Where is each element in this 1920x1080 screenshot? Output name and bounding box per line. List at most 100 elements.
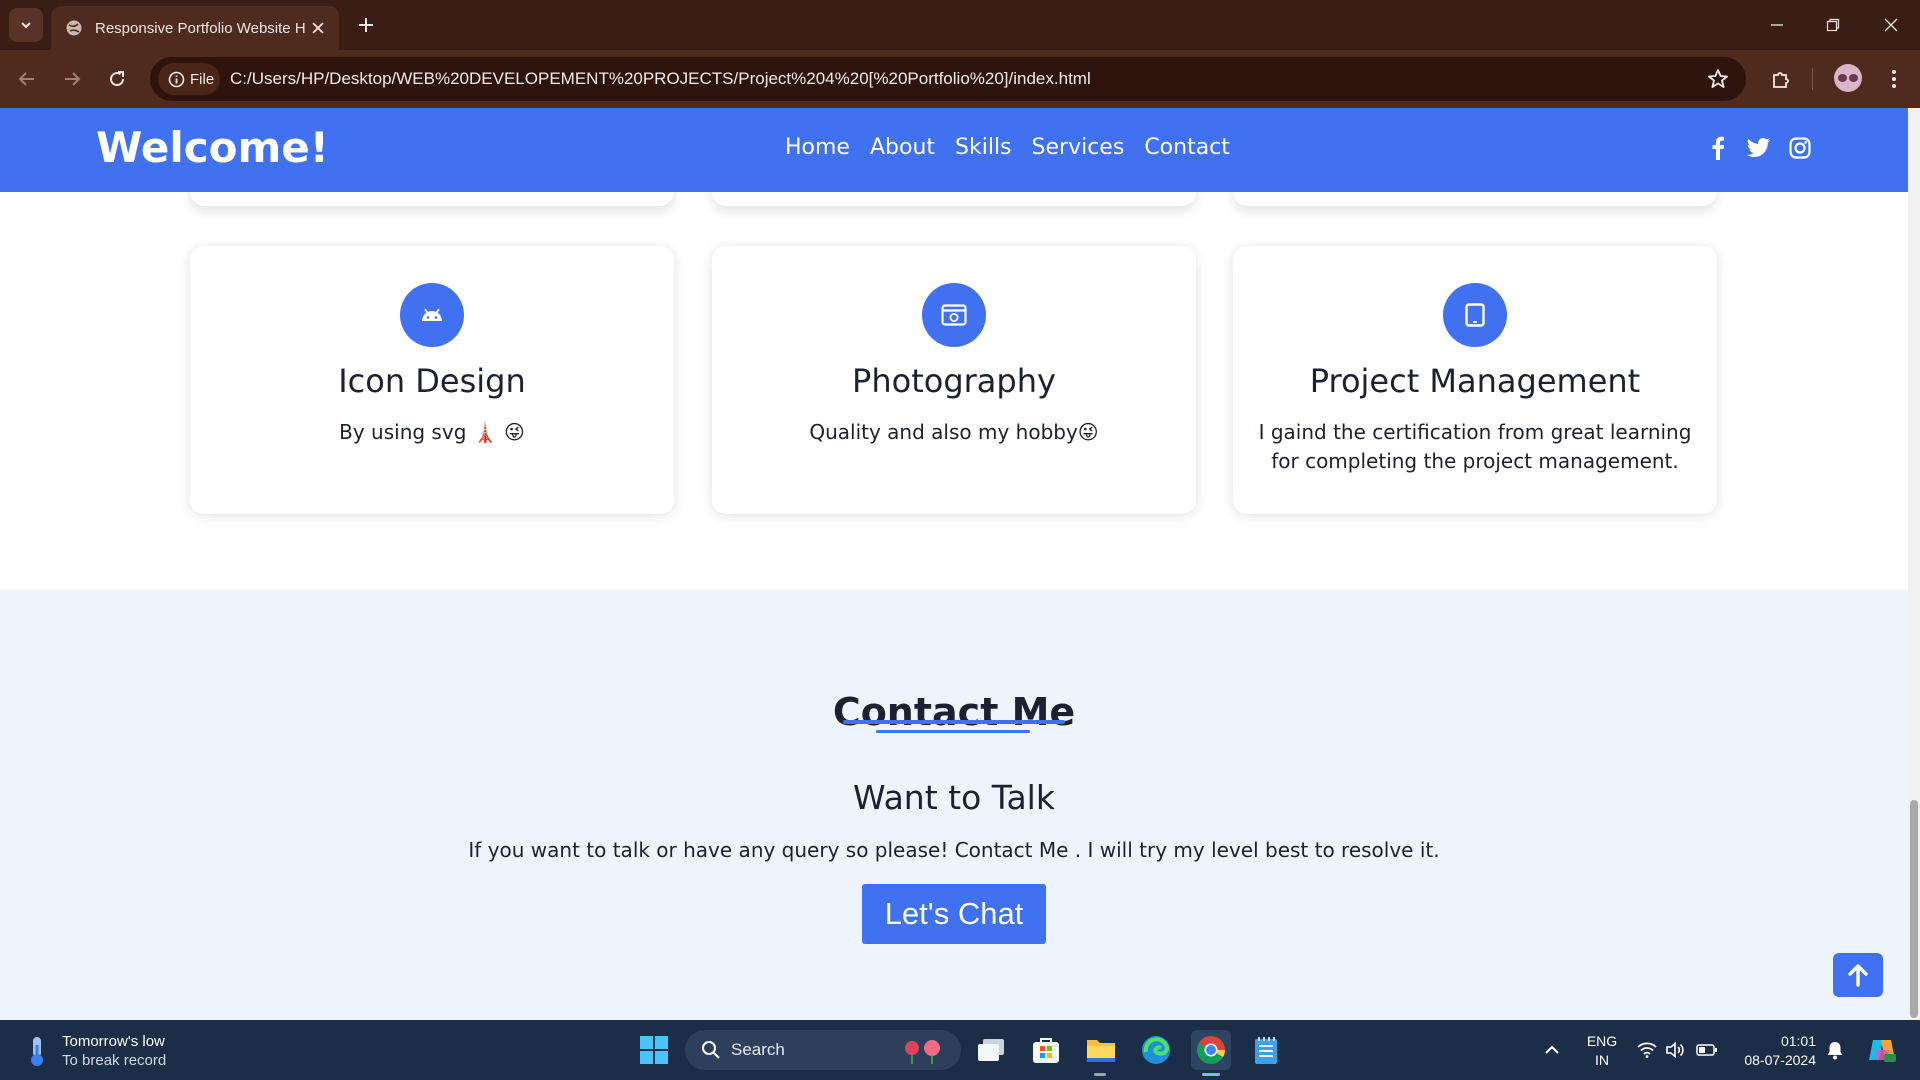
service-icon-badge <box>400 283 464 347</box>
instagram-icon[interactable] <box>1788 136 1812 160</box>
service-description: Quality and also my hobby😜 <box>809 420 1099 444</box>
page-viewport: Welcome! Home About Skills Services Cont… <box>0 108 1920 1020</box>
address-bar[interactable]: File C:/Users/HP/Desktop/WEB%20DEVELOPEM… <box>150 57 1746 101</box>
service-icon-badge <box>1443 283 1507 347</box>
tab-title: Responsive Portfolio Website H <box>95 19 305 37</box>
battery-status[interactable] <box>1694 1030 1720 1070</box>
twitter-icon[interactable] <box>1747 136 1771 160</box>
copilot-button[interactable] <box>1864 1030 1900 1070</box>
taskbar-app-notepad[interactable] <box>1246 1030 1286 1070</box>
tab-close-icon[interactable] <box>309 19 327 37</box>
contact-section: Contact Me Want to Talk If you want to t… <box>0 590 1908 1020</box>
edge-icon <box>1142 1036 1170 1064</box>
service-icon-badge <box>922 283 986 347</box>
language-code: ENG <box>1586 1033 1618 1049</box>
show-hidden-icons-button[interactable] <box>1538 1030 1566 1070</box>
browser-menu-button[interactable] <box>1880 65 1908 93</box>
lets-chat-button[interactable]: Let's Chat <box>862 884 1046 944</box>
clock-time: 01:01 <box>1780 1033 1816 1049</box>
notifications-button[interactable] <box>1822 1030 1848 1070</box>
chevron-down-icon <box>21 22 31 29</box>
volume-status[interactable] <box>1662 1030 1688 1070</box>
nav-link-services[interactable]: Services <box>1032 135 1125 160</box>
restore-button[interactable] <box>1820 12 1846 38</box>
nav-link-about[interactable]: About <box>870 135 935 160</box>
taskbar-search[interactable]: Search <box>685 1030 961 1070</box>
new-tab-button[interactable] <box>353 12 379 38</box>
arrow-right-icon <box>65 72 81 86</box>
contact-heading: Contact Me <box>832 690 1076 734</box>
android-icon <box>422 308 442 321</box>
language-region: IN <box>1595 1052 1609 1068</box>
facebook-icon[interactable] <box>1706 136 1730 160</box>
restore-icon <box>1826 18 1840 32</box>
chrome-icon <box>1197 1036 1225 1064</box>
tab-search-button[interactable] <box>9 8 43 42</box>
weather-widget[interactable]: Tomorrow's low To break record <box>24 1032 166 1070</box>
site-navbar: Welcome! Home About Skills Services Cont… <box>0 108 1908 192</box>
contact-subheading: Want to Talk <box>853 778 1055 817</box>
task-view-button[interactable] <box>971 1030 1011 1070</box>
puzzle-icon <box>1773 72 1789 88</box>
site-brand[interactable]: Welcome! <box>96 123 329 172</box>
wifi-status[interactable] <box>1634 1030 1660 1070</box>
start-button[interactable] <box>634 1030 674 1070</box>
service-card: Project Management I gaind the certifica… <box>1233 246 1717 514</box>
speaker-icon <box>1666 1042 1684 1058</box>
service-description: I gaind the certification from great lea… <box>1258 420 1692 473</box>
social-links <box>1706 136 1812 160</box>
nav-link-skills[interactable]: Skills <box>955 135 1012 160</box>
wifi-icon <box>1637 1042 1657 1058</box>
close-window-button[interactable] <box>1878 12 1904 38</box>
task-view-icon <box>978 1039 1004 1061</box>
service-card: Photography Quality and also my hobby😜 <box>712 246 1196 514</box>
heading-underline-secondary <box>876 730 1030 733</box>
forward-button[interactable] <box>57 64 87 94</box>
minimize-icon <box>1771 24 1783 26</box>
folder-icon <box>1087 1040 1115 1062</box>
system-clock[interactable]: 01:01 08-07-2024 <box>1736 1032 1816 1070</box>
contact-text: If you want to talk or have any query so… <box>468 838 1440 862</box>
app-active-indicator <box>1202 1073 1220 1076</box>
service-title: Photography <box>852 362 1056 400</box>
arrow-up-icon <box>1848 964 1868 987</box>
flowers-icon <box>905 1040 940 1064</box>
bookmark-star-icon[interactable] <box>1706 67 1730 91</box>
minimize-button[interactable] <box>1764 12 1790 38</box>
back-button[interactable] <box>12 64 42 94</box>
battery-icon <box>1696 1044 1717 1056</box>
plus-icon <box>359 18 373 32</box>
browser-tab[interactable]: Responsive Portfolio Website H <box>51 6 339 50</box>
taskbar-app-store[interactable] <box>1026 1030 1066 1070</box>
reload-button[interactable] <box>102 64 132 94</box>
service-card: Icon Design By using svg 🗼 😜 <box>190 246 674 514</box>
language-indicator[interactable]: ENG IN <box>1586 1032 1618 1070</box>
profile-avatar[interactable] <box>1834 64 1862 92</box>
taskbar-app-file-explorer[interactable] <box>1081 1030 1121 1070</box>
scroll-to-top-button[interactable] <box>1833 953 1883 997</box>
service-description: By using svg 🗼 😜 <box>339 420 525 444</box>
taskbar-app-edge[interactable] <box>1136 1030 1176 1070</box>
scrollbar-thumb[interactable] <box>1910 800 1918 1018</box>
weather-line-2: To break record <box>62 1052 167 1069</box>
info-icon <box>168 71 185 87</box>
notepad-icon <box>1255 1037 1277 1064</box>
site-chip-label: File <box>190 70 215 88</box>
microsoft-store-icon <box>1033 1038 1059 1063</box>
search-placeholder: Search <box>731 1040 785 1059</box>
site-info-chip[interactable]: File <box>158 63 220 95</box>
more-vert-icon <box>1892 70 1896 88</box>
thermometer-icon <box>31 1037 43 1066</box>
taskbar-app-chrome[interactable] <box>1191 1030 1231 1070</box>
nav-link-home[interactable]: Home <box>785 135 850 160</box>
app-running-indicator <box>1094 1073 1106 1076</box>
nav-link-contact[interactable]: Contact <box>1144 135 1230 160</box>
windows-taskbar: Tomorrow's low To break record Search EN… <box>0 1020 1920 1080</box>
url-text[interactable]: C:/Users/HP/Desktop/WEB%20DEVELOPEMENT%2… <box>230 69 1091 89</box>
browser-toolbar: File C:/Users/HP/Desktop/WEB%20DEVELOPEM… <box>0 50 1920 108</box>
service-title: Project Management <box>1309 362 1641 400</box>
windows-logo-icon <box>640 1036 668 1064</box>
nav-menu: Home About Skills Services Contact <box>785 135 1230 160</box>
reload-icon <box>110 71 125 87</box>
extensions-button[interactable] <box>1767 65 1795 93</box>
